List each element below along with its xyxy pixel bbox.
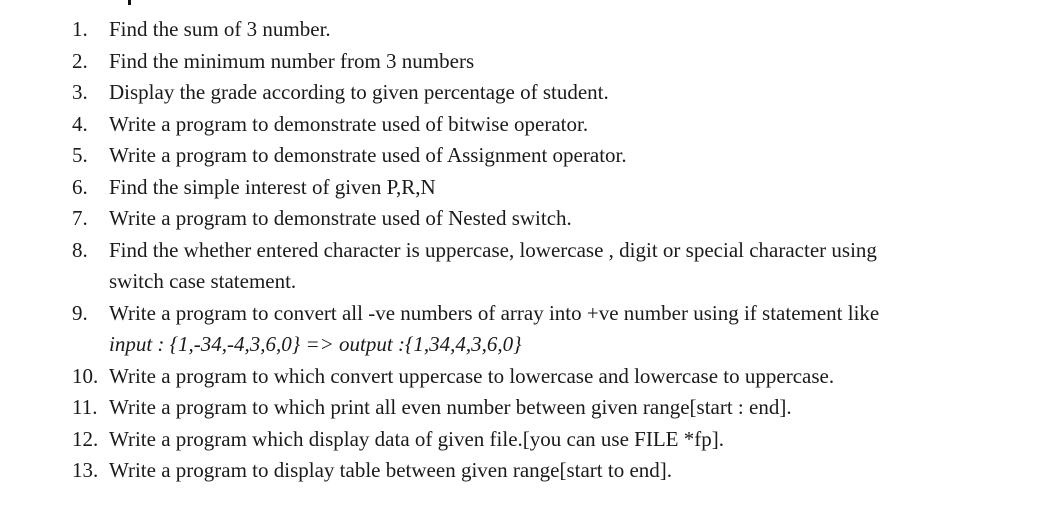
list-item-8: 8. Find the whether entered character is… xyxy=(0,235,1064,298)
list-item-6: 6. Find the simple interest of given P,R… xyxy=(0,172,1064,204)
list-item-number: 6. xyxy=(72,174,88,199)
list-item-text: Find the sum of 3 number. xyxy=(109,17,331,41)
list-item-number: 2. xyxy=(72,48,88,73)
list-item-1: 1. Find the sum of 3 number. xyxy=(0,14,1064,46)
list-item-number: 9. xyxy=(72,300,88,325)
list-item-continuation: switch case statement. xyxy=(109,269,297,293)
list-item-number: 8. xyxy=(72,237,88,262)
list-item-number: 13. xyxy=(72,458,99,482)
list-item-12: 12. Write a program which display data o… xyxy=(0,424,1064,456)
list-item-text: Write a program to demonstrate used of b… xyxy=(109,111,589,136)
list-item-4: 4. Write a program to demonstrate used o… xyxy=(0,109,1064,141)
list-item-number: 10. xyxy=(72,363,99,388)
list-item-number: 1. xyxy=(72,17,88,41)
list-item-number: 3. xyxy=(72,80,88,104)
list-item-13: 13. Write a program to display table bet… xyxy=(0,455,1064,487)
list-item-text: Write a program which display data of gi… xyxy=(109,426,724,451)
list-item-10: 10. Write a program to which convert upp… xyxy=(0,361,1064,393)
list-item-text: Display the grade according to given per… xyxy=(109,80,609,104)
list-item-3: 3. Display the grade according to given … xyxy=(0,77,1064,109)
list-item-text: Write a program to demonstrate used of N… xyxy=(109,206,572,230)
list-item-11: 11. Write a program to which print all e… xyxy=(0,392,1064,424)
list-item-text: Find the minimum number from 3 numbers xyxy=(109,48,475,73)
page-edge-mark xyxy=(128,0,131,5)
list-item-text: Find the whether entered character is up… xyxy=(109,237,877,262)
list-item-text: Write a program to display table between… xyxy=(109,458,673,482)
list-item-number: 7. xyxy=(72,206,88,230)
list-item-text: Write a program to convert all -ve numbe… xyxy=(109,300,880,325)
document-page: { "questions": [ {"num": "1.", "text": "… xyxy=(0,0,1064,505)
list-item-5: 5. Write a program to demonstrate used o… xyxy=(0,140,1064,172)
list-item-text: Find the simple interest of given P,R,N xyxy=(109,174,436,199)
list-item-2: 2. Find the minimum number from 3 number… xyxy=(0,46,1064,78)
question-list: 1. Find the sum of 3 number. 2. Find the… xyxy=(0,14,1064,487)
list-item-number: 12. xyxy=(72,426,99,451)
list-item-text: Write a program to which convert upperca… xyxy=(109,363,835,388)
list-item-7: 7. Write a program to demonstrate used o… xyxy=(0,203,1064,235)
list-item-example: input : {1,-34,-4,3,6,0} => output :{1,3… xyxy=(109,332,522,356)
list-item-number: 11. xyxy=(72,395,98,419)
list-item-text: Write a program to demonstrate used of A… xyxy=(109,143,627,167)
list-item-number: 5. xyxy=(72,143,88,167)
list-item-9: 9. Write a program to convert all -ve nu… xyxy=(0,298,1064,361)
list-item-text: Write a program to which print all even … xyxy=(109,395,792,419)
list-item-number: 4. xyxy=(72,111,88,136)
